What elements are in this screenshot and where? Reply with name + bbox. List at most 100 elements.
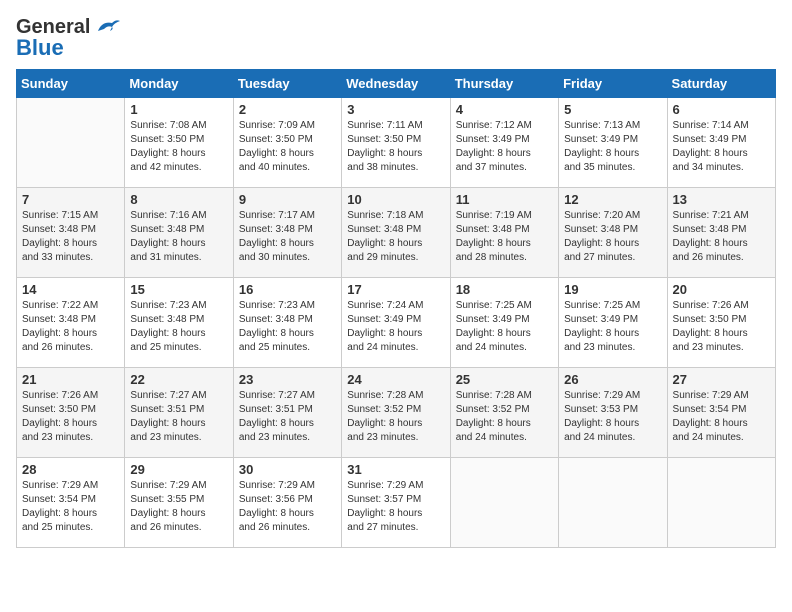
sunrise-text: Sunrise: 7:19 AM [456, 209, 553, 223]
day-number: 10 [347, 192, 444, 207]
day-info: Sunrise: 7:09 AMSunset: 3:50 PMDaylight:… [239, 119, 336, 175]
day-info: Sunrise: 7:29 AMSunset: 3:55 PMDaylight:… [130, 479, 227, 535]
day-info: Sunrise: 7:16 AMSunset: 3:48 PMDaylight:… [130, 209, 227, 265]
day-number: 27 [673, 372, 770, 387]
daylight-text-1: Daylight: 8 hours [347, 237, 444, 251]
calendar-week-1: 1Sunrise: 7:08 AMSunset: 3:50 PMDaylight… [17, 98, 776, 188]
daylight-text-2: and 37 minutes. [456, 161, 553, 175]
daylight-text-2: and 31 minutes. [130, 251, 227, 265]
daylight-text-1: Daylight: 8 hours [130, 237, 227, 251]
daylight-text-1: Daylight: 8 hours [456, 327, 553, 341]
day-number: 17 [347, 282, 444, 297]
day-info: Sunrise: 7:19 AMSunset: 3:48 PMDaylight:… [456, 209, 553, 265]
daylight-text-2: and 34 minutes. [673, 161, 770, 175]
daylight-text-2: and 25 minutes. [22, 521, 119, 535]
day-info: Sunrise: 7:28 AMSunset: 3:52 PMDaylight:… [347, 389, 444, 445]
daylight-text-2: and 27 minutes. [564, 251, 661, 265]
day-info: Sunrise: 7:11 AMSunset: 3:50 PMDaylight:… [347, 119, 444, 175]
sunset-text: Sunset: 3:57 PM [347, 493, 444, 507]
sunset-text: Sunset: 3:48 PM [673, 223, 770, 237]
sunrise-text: Sunrise: 7:22 AM [22, 299, 119, 313]
day-info: Sunrise: 7:13 AMSunset: 3:49 PMDaylight:… [564, 119, 661, 175]
daylight-text-2: and 25 minutes. [239, 341, 336, 355]
daylight-text-2: and 24 minutes. [347, 341, 444, 355]
sunrise-text: Sunrise: 7:27 AM [239, 389, 336, 403]
sunset-text: Sunset: 3:48 PM [22, 313, 119, 327]
day-info: Sunrise: 7:29 AMSunset: 3:56 PMDaylight:… [239, 479, 336, 535]
day-info: Sunrise: 7:17 AMSunset: 3:48 PMDaylight:… [239, 209, 336, 265]
day-info: Sunrise: 7:23 AMSunset: 3:48 PMDaylight:… [130, 299, 227, 355]
daylight-text-2: and 26 minutes. [22, 341, 119, 355]
calendar-cell: 21Sunrise: 7:26 AMSunset: 3:50 PMDayligh… [17, 368, 125, 458]
weekday-header-saturday: Saturday [667, 70, 775, 98]
weekday-header-wednesday: Wednesday [342, 70, 450, 98]
calendar-cell: 2Sunrise: 7:09 AMSunset: 3:50 PMDaylight… [233, 98, 341, 188]
day-info: Sunrise: 7:26 AMSunset: 3:50 PMDaylight:… [673, 299, 770, 355]
sunset-text: Sunset: 3:48 PM [564, 223, 661, 237]
calendar-header: SundayMondayTuesdayWednesdayThursdayFrid… [17, 70, 776, 98]
sunrise-text: Sunrise: 7:23 AM [130, 299, 227, 313]
weekday-header-friday: Friday [559, 70, 667, 98]
sunset-text: Sunset: 3:48 PM [239, 223, 336, 237]
weekday-header-monday: Monday [125, 70, 233, 98]
day-info: Sunrise: 7:27 AMSunset: 3:51 PMDaylight:… [130, 389, 227, 445]
calendar-cell: 6Sunrise: 7:14 AMSunset: 3:49 PMDaylight… [667, 98, 775, 188]
sunrise-text: Sunrise: 7:25 AM [456, 299, 553, 313]
calendar-cell: 20Sunrise: 7:26 AMSunset: 3:50 PMDayligh… [667, 278, 775, 368]
daylight-text-1: Daylight: 8 hours [22, 507, 119, 521]
daylight-text-2: and 23 minutes. [239, 431, 336, 445]
daylight-text-2: and 25 minutes. [130, 341, 227, 355]
sunrise-text: Sunrise: 7:20 AM [564, 209, 661, 223]
calendar-cell: 4 Sunrise: 7:12 AMSunset: 3:49 PMDaylight… [450, 98, 558, 188]
sunrise-text: Sunrise: 7:09 AM [239, 119, 336, 133]
sunrise-text: Sunrise: 7:25 AM [564, 299, 661, 313]
sunset-text: Sunset: 3:52 PM [347, 403, 444, 417]
day-info: Sunrise: 7:27 AMSunset: 3:51 PMDaylight:… [239, 389, 336, 445]
daylight-text-2: and 23 minutes. [347, 431, 444, 445]
daylight-text-1: Daylight: 8 hours [347, 417, 444, 431]
day-number: 9 [239, 192, 336, 207]
day-number: 7 [22, 192, 119, 207]
day-number: 16 [239, 282, 336, 297]
calendar-cell: 25Sunrise: 7:28 AMSunset: 3:52 PMDayligh… [450, 368, 558, 458]
calendar-cell [559, 458, 667, 548]
daylight-text-1: Daylight: 8 hours [347, 147, 444, 161]
daylight-text-1: Daylight: 8 hours [347, 327, 444, 341]
sunrise-text: Sunrise: 7:28 AM [347, 389, 444, 403]
day-info: Sunrise: 7:12 AMSunset: 3:49 PMDaylight:… [456, 119, 553, 175]
daylight-text-2: and 24 minutes. [673, 431, 770, 445]
daylight-text-2: and 23 minutes. [564, 341, 661, 355]
calendar-week-5: 28Sunrise: 7:29 AMSunset: 3:54 PMDayligh… [17, 458, 776, 548]
calendar-cell: 29 Sunrise: 7:29 AMSunset: 3:55 PMDayligh… [125, 458, 233, 548]
sunset-text: Sunset: 3:49 PM [564, 313, 661, 327]
daylight-text-2: and 23 minutes. [130, 431, 227, 445]
weekday-header-tuesday: Tuesday [233, 70, 341, 98]
daylight-text-2: and 24 minutes. [456, 431, 553, 445]
daylight-text-1: Daylight: 8 hours [22, 237, 119, 251]
day-number: 22 [130, 372, 227, 387]
sunset-text: Sunset: 3:48 PM [130, 313, 227, 327]
sunset-text: Sunset: 3:50 PM [239, 133, 336, 147]
day-number: 29 [130, 462, 227, 477]
calendar-cell: 9 Sunrise: 7:17 AMSunset: 3:48 PMDaylight… [233, 188, 341, 278]
daylight-text-2: and 38 minutes. [347, 161, 444, 175]
daylight-text-2: and 33 minutes. [22, 251, 119, 265]
day-number: 4 [456, 102, 553, 117]
day-number: 24 [347, 372, 444, 387]
calendar-cell: 31Sunrise: 7:29 AMSunset: 3:57 PMDayligh… [342, 458, 450, 548]
daylight-text-1: Daylight: 8 hours [239, 327, 336, 341]
calendar-cell: 7Sunrise: 7:15 AMSunset: 3:48 PMDaylight… [17, 188, 125, 278]
sunset-text: Sunset: 3:52 PM [456, 403, 553, 417]
daylight-text-1: Daylight: 8 hours [673, 327, 770, 341]
day-info: Sunrise: 7:25 AMSunset: 3:49 PMDaylight:… [456, 299, 553, 355]
daylight-text-2: and 26 minutes. [239, 521, 336, 535]
calendar-table: SundayMondayTuesdayWednesdayThursdayFrid… [16, 69, 776, 548]
calendar-week-2: 7Sunrise: 7:15 AMSunset: 3:48 PMDaylight… [17, 188, 776, 278]
calendar-cell: 27Sunrise: 7:29 AMSunset: 3:54 PMDayligh… [667, 368, 775, 458]
calendar-week-4: 21Sunrise: 7:26 AMSunset: 3:50 PMDayligh… [17, 368, 776, 458]
daylight-text-1: Daylight: 8 hours [130, 327, 227, 341]
sunrise-text: Sunrise: 7:18 AM [347, 209, 444, 223]
calendar-cell: 1Sunrise: 7:08 AMSunset: 3:50 PMDaylight… [125, 98, 233, 188]
sunset-text: Sunset: 3:50 PM [130, 133, 227, 147]
sunset-text: Sunset: 3:49 PM [673, 133, 770, 147]
